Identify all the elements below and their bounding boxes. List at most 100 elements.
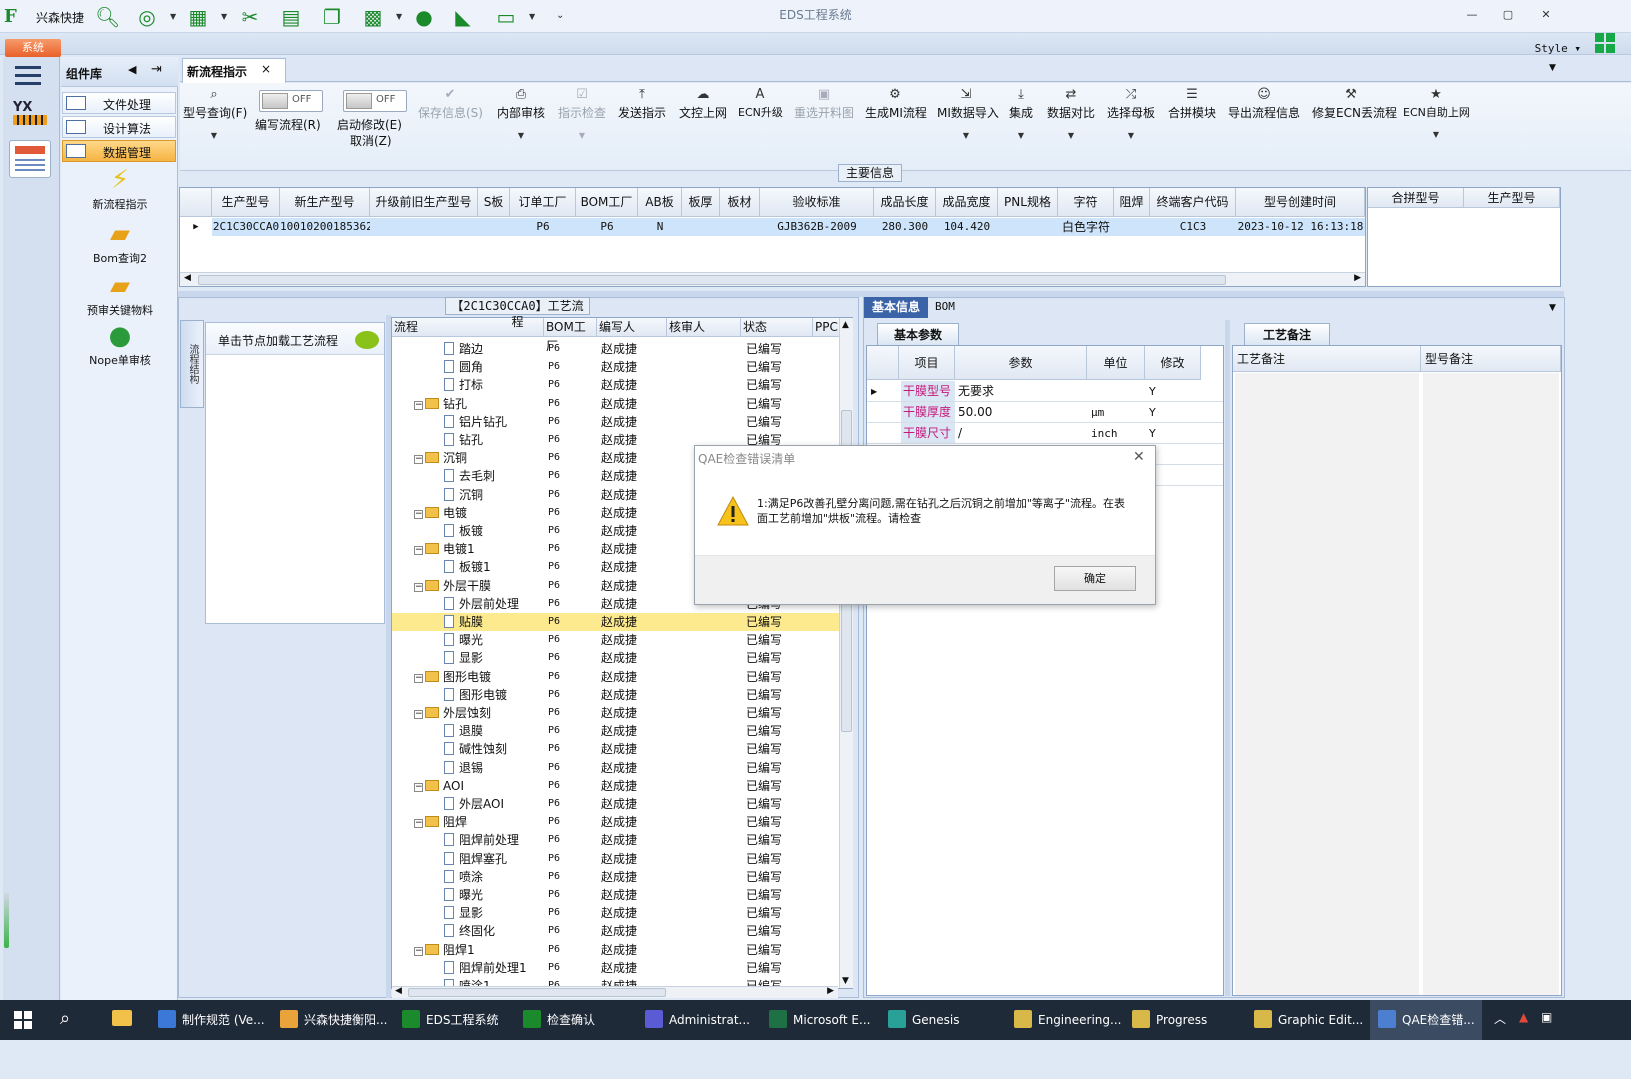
grid-cell[interactable]: N (638, 218, 682, 236)
toolbar-data-compare[interactable]: ⇄ 数据对比 ▼ (1046, 86, 1096, 140)
tree-node[interactable]: − 电镀 (414, 504, 467, 522)
tree-row[interactable]: 阻焊塞孔 P6 赵成捷 已编写 (392, 850, 840, 868)
scroll-left-icon[interactable]: ◀ (184, 273, 191, 283)
toolbar-doc-online[interactable]: ☁ 文控上网 (678, 86, 728, 121)
tree-row[interactable]: 喷涂 P6 赵成捷 已编写 (392, 868, 840, 886)
taskbar-item[interactable]: 检查确认 (515, 1000, 633, 1040)
taskbar-item[interactable]: 兴森快捷衡阳... (272, 1000, 390, 1040)
param-row[interactable]: ▶ 干膜型号 无要求 Y (867, 381, 1223, 402)
horizontal-scrollbar[interactable]: ◀ ▶ (392, 986, 838, 998)
tree-row[interactable]: 显影 P6 赵成捷 已编写 (392, 904, 840, 922)
tree-row[interactable]: 打标 P6 赵成捷 已编写 (392, 376, 840, 394)
collapse-left-icon[interactable]: ◀ (128, 63, 136, 76)
collapse-icon[interactable]: − (414, 546, 423, 556)
taskbar-item[interactable]: 制作规范 (Ve... (150, 1000, 268, 1040)
model-note-cell[interactable] (1423, 373, 1559, 995)
collapse-icon[interactable]: − (414, 673, 423, 683)
tree-node[interactable]: − 沉铜 (414, 449, 467, 467)
tab-new-process[interactable]: 新流程指示 × (182, 58, 286, 83)
param-row[interactable]: 干膜厚度 50.00 μm Y (867, 402, 1223, 423)
lib-item-data-management[interactable]: 数据管理 (62, 140, 176, 162)
style-menu[interactable]: Style ▾ (1535, 42, 1581, 55)
tree-row[interactable]: 外层AOI P6 赵成捷 已编写 (392, 795, 840, 813)
grid-header[interactable]: 新生产型号 (280, 188, 370, 217)
tree-node[interactable]: 打标 (444, 376, 483, 394)
toolbar-ecn-self-online[interactable]: ★ ECN自助上网 ▼ (1403, 86, 1470, 139)
grid-header[interactable]: 阻焊 (1114, 188, 1150, 217)
tree-node[interactable]: 沉铜 (444, 486, 483, 504)
close-icon[interactable]: ✕ (1536, 8, 1556, 24)
tree-node[interactable]: 板镀1 (444, 558, 491, 576)
panel-dropdown-icon[interactable]: ▼ (1549, 303, 1556, 313)
tree-node[interactable]: 去毛刺 (444, 467, 495, 485)
tree-node[interactable]: 喷涂 (444, 868, 483, 886)
process-note-cell[interactable] (1235, 373, 1419, 995)
vertical-tab-structure[interactable]: 流程结构 (180, 320, 204, 408)
tile-nope-review[interactable]: ● Nope单审核 (72, 320, 168, 368)
collapse-icon[interactable]: − (414, 455, 423, 465)
tree-node[interactable]: 显影 (444, 649, 483, 667)
subtab-basic-params[interactable]: 基本参数 (877, 323, 959, 345)
tree-node[interactable]: 外层AOI (444, 795, 504, 813)
chevron-down-icon[interactable]: ▼ (496, 131, 546, 140)
tree-node[interactable]: 终固化 (444, 922, 495, 940)
system-tab[interactable]: 系统 (5, 39, 61, 57)
subtab-process-notes[interactable]: 工艺备注 (1244, 323, 1330, 345)
tree-node[interactable]: 显影 (444, 904, 483, 922)
grid-header[interactable]: AB板 (638, 188, 682, 217)
grid-cell[interactable] (370, 218, 478, 236)
tree-row[interactable]: 踏边 P6 赵成捷 已编写 (392, 340, 840, 358)
grid-header[interactable]: 生产型号 (212, 188, 280, 217)
toolbar-reselect-cutting[interactable]: ▣ 重选开料图 (794, 86, 854, 121)
grid-cell[interactable] (1114, 218, 1150, 236)
tree-row[interactable]: 显影 P6 赵成捷 已编写 (392, 649, 840, 667)
grid-header[interactable]: 工艺备注 (1233, 346, 1421, 372)
grid-cell[interactable]: P6 (510, 218, 576, 236)
chevron-down-icon[interactable]: ▼ (557, 131, 607, 140)
grid-header[interactable]: 验收标准 (760, 188, 874, 217)
taskbar-item[interactable]: Engineering... (1006, 1000, 1121, 1040)
grid-cell[interactable]: 白色字符 (1058, 218, 1114, 236)
grid-header[interactable]: 成品宽度 (936, 188, 998, 217)
grid-cell[interactable]: 2C1C30CCA0 (212, 218, 280, 236)
toggle-start-modify[interactable]: OFF (343, 90, 407, 112)
tree-node[interactable]: 阻焊前处理1 (444, 959, 527, 977)
grid-header[interactable]: 板材 (720, 188, 760, 217)
close-icon[interactable]: ✕ (1133, 449, 1145, 465)
horizontal-scrollbar[interactable]: ◀ ▶ (180, 272, 1365, 286)
search-icon[interactable]: ⌕ (60, 1008, 70, 1029)
grid-header[interactable]: 字符 (1058, 188, 1114, 217)
file-explorer-icon[interactable] (112, 1010, 132, 1026)
toolbar-merge-module[interactable]: ☰ 合拼模块 (1167, 86, 1217, 121)
collapse-icon[interactable]: − (414, 819, 423, 829)
tree-row[interactable]: 阻焊前处理 P6 赵成捷 已编写 (392, 831, 840, 849)
tree-row[interactable]: − AOI P6 赵成捷 已编写 (392, 777, 840, 795)
grid-header[interactable]: 生产型号 (1464, 188, 1560, 208)
param-value[interactable]: 50.00 (956, 402, 992, 423)
toolbar-internal-review[interactable]: ⎙ 内部审核 ▼ (496, 86, 546, 140)
minimize-icon[interactable]: — (1462, 8, 1482, 24)
grid-header[interactable]: 订单工厂 (510, 188, 576, 217)
tree-node[interactable]: − 外层干膜 (414, 577, 491, 595)
tree-row[interactable]: − 外层蚀刻 P6 赵成捷 已编写 (392, 704, 840, 722)
tree-node[interactable]: 板镀 (444, 522, 483, 540)
tree-node[interactable]: − AOI (414, 777, 464, 795)
grid-header[interactable]: S板 (478, 188, 510, 217)
grid-cell[interactable]: 280.300 (874, 218, 936, 236)
taskbar-item[interactable]: Administrat... (637, 1000, 757, 1040)
lib-item-file-processing[interactable]: 文件处理 (62, 92, 176, 114)
tree-node[interactable]: 碱性蚀刻 (444, 740, 507, 758)
tab-bom[interactable]: BOM (935, 300, 955, 313)
maximize-icon[interactable]: ▢ (1498, 8, 1518, 24)
collapse-icon[interactable]: − (414, 400, 423, 410)
grid-header[interactable]: 终端客户代码 (1150, 188, 1236, 217)
grid-header[interactable]: BOM工厂 (576, 188, 638, 217)
lib-item-design-algorithm[interactable]: 设计算法 (62, 116, 176, 138)
tree-row[interactable]: 图形电镀 P6 赵成捷 已编写 (392, 686, 840, 704)
toolbar-select-master[interactable]: ⤮ 选择母板 ▼ (1106, 86, 1156, 140)
tree-node[interactable]: 踏边 (444, 340, 483, 358)
tree-row[interactable]: − 阻焊 P6 赵成捷 已编写 (392, 813, 840, 831)
tree-node[interactable]: − 阻焊1 (414, 941, 475, 959)
scroll-left-icon[interactable]: ◀ (395, 986, 402, 996)
taskbar-item[interactable]: Progress (1124, 1000, 1242, 1040)
